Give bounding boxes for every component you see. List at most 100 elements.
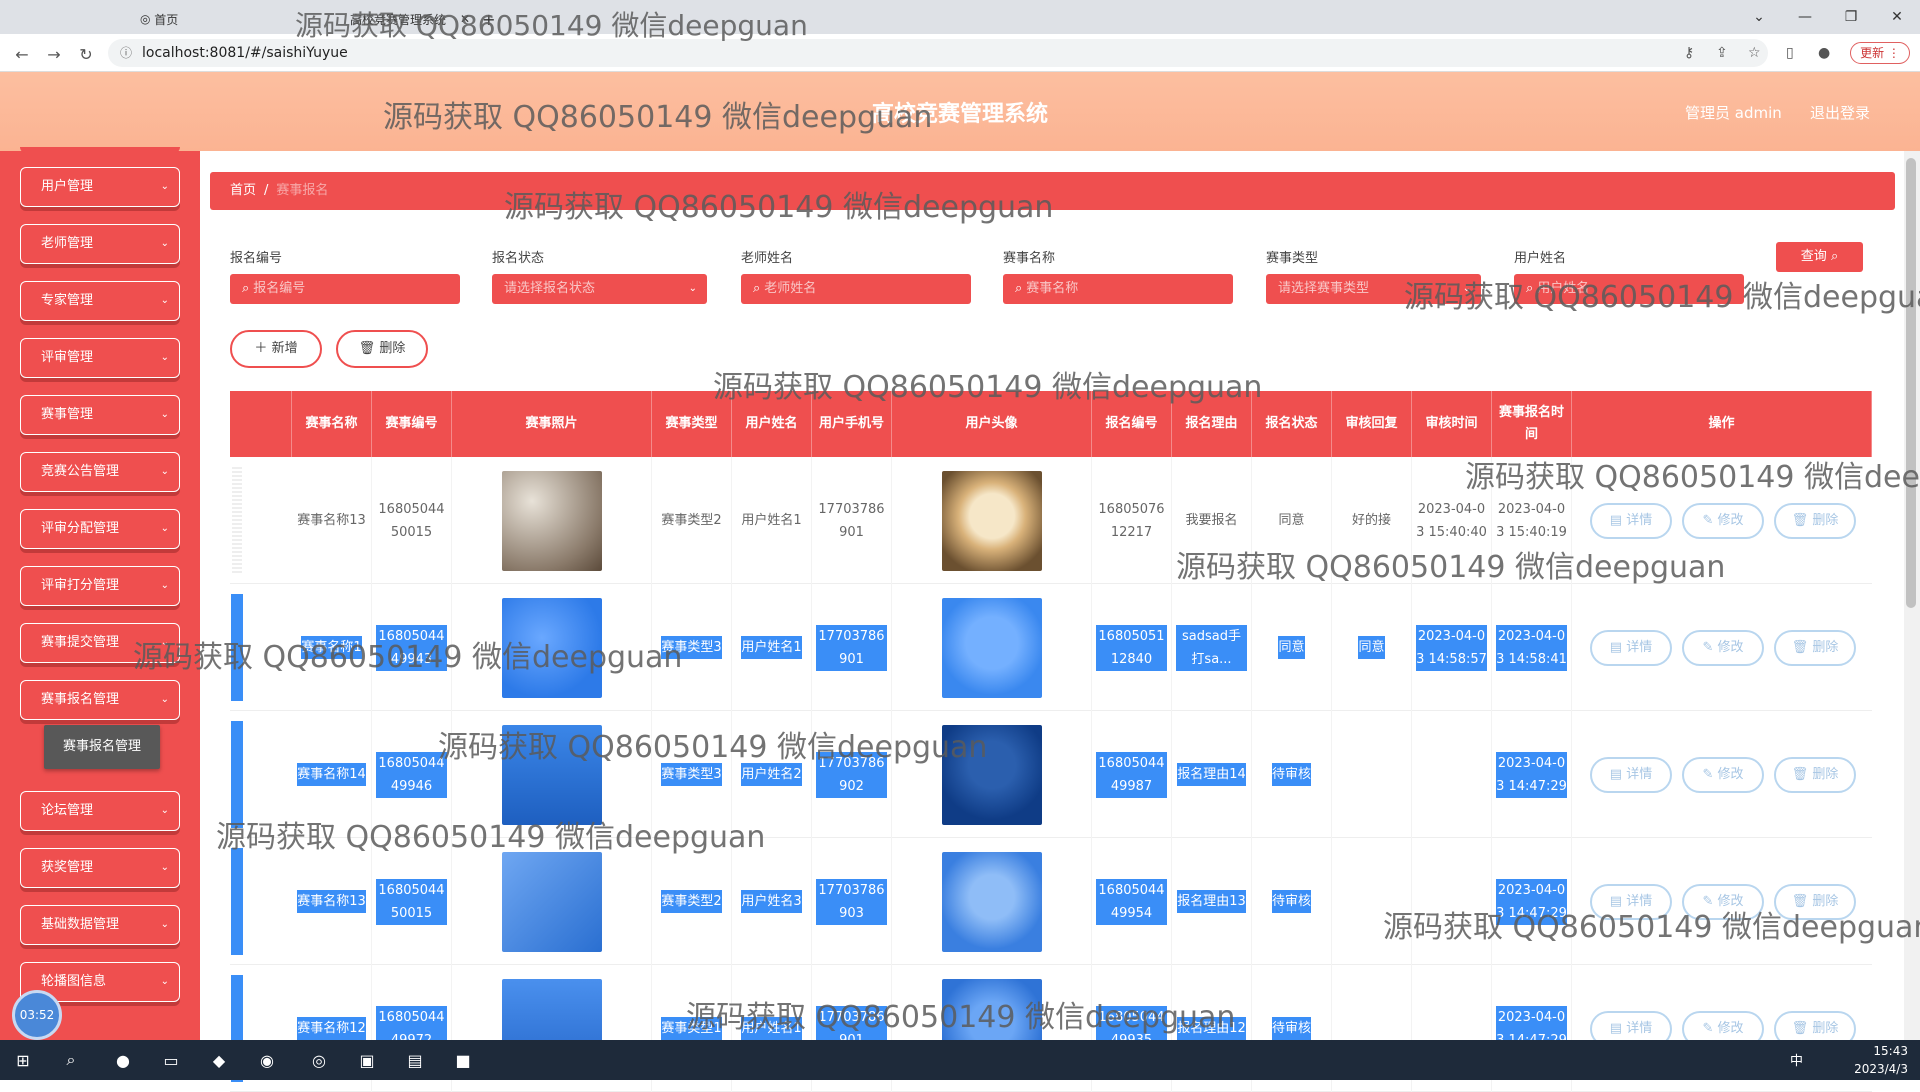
sidebar-item[interactable]: 专家管理 ⌄ [20, 281, 180, 321]
filter-input[interactable]: ⌕ 报名编号 [230, 274, 460, 304]
sidebar-toggle-icon[interactable]: ▯ [1786, 45, 1794, 61]
sidebar-item[interactable]: 获奖管理 ⌄ [20, 848, 180, 888]
chrome-icon[interactable]: ◎ [304, 1046, 334, 1074]
sidebar-item-label: 评审打分管理 [41, 578, 120, 593]
event-photo-image[interactable] [501, 851, 602, 952]
breadcrumb-home[interactable]: 首页 [230, 183, 256, 198]
sidebar-item[interactable]: 评审分配管理 ⌄ [20, 509, 180, 549]
user-avatar-image[interactable] [941, 724, 1042, 825]
delete-button[interactable]: 🗑 删除 [1774, 502, 1856, 539]
reload-icon[interactable]: ↻ [74, 42, 98, 66]
input-method-indicator[interactable]: 中 [1790, 1050, 1803, 1069]
cell-text: 我要报名 [1185, 513, 1238, 528]
new-tab-icon[interactable]: + [482, 10, 495, 29]
tab-list-icon[interactable]: ⌄ [1736, 0, 1782, 34]
profile-icon[interactable]: ● [1818, 45, 1830, 61]
terminal-icon[interactable]: ▣ [352, 1046, 382, 1074]
search-icon: ⌕ [1015, 281, 1023, 296]
edit-button[interactable]: ✎ 修改 [1682, 883, 1764, 920]
time-badge[interactable]: 03:52 [12, 990, 62, 1040]
event-photo-image[interactable] [501, 597, 602, 698]
url-field[interactable]: ⓘ localhost:8081/#/saishiYuyue [108, 39, 1768, 67]
detail-button[interactable]: ▤ 详情 [1590, 756, 1672, 793]
sidebar-item[interactable]: 赛事管理 ⌄ [20, 395, 180, 435]
key-icon[interactable]: ⚷ [1684, 45, 1694, 61]
edit-button[interactable]: ✎ 修改 [1682, 502, 1764, 539]
user-avatar-image[interactable] [941, 470, 1042, 571]
sidebar-item[interactable]: 竞赛公告管理 ⌄ [20, 452, 180, 492]
tab-home-label: 首页 [154, 12, 179, 27]
app-header: 高校竞赛管理系统 管理员 admin 退出登录 [0, 72, 1920, 151]
detail-button[interactable]: ▤ 详情 [1590, 502, 1672, 539]
delete-button[interactable]: 🗑 删除 [1774, 756, 1856, 793]
intellij-icon[interactable]: ■ [448, 1046, 478, 1074]
add-button[interactable]: ＋ 新增 [230, 330, 322, 368]
notepad-icon[interactable]: ▤ [400, 1046, 430, 1074]
clock[interactable]: 15:43 2023/4/3 [1854, 1042, 1908, 1078]
forward-icon[interactable]: → [42, 42, 66, 66]
back-icon[interactable]: ← [10, 42, 34, 66]
app-icon[interactable]: ◉ [252, 1046, 282, 1074]
row-select-checkbox[interactable] [231, 594, 243, 701]
filter-select[interactable]: 请选择赛事类型 ⌄ [1266, 274, 1481, 304]
table-row[interactable]: 赛事名称13 1680504450015 赛事类型2 用户姓名1 17703786901… [230, 457, 1872, 584]
sidebar-item[interactable]: 评审管理 ⌄ [20, 338, 180, 378]
table-row[interactable]: 赛事名称1 1680504449943 赛事类型3 用户姓名1 17703786901 1… [230, 584, 1872, 711]
browser-tab-active[interactable]: 高校竞赛管理系统 ✕ + [340, 4, 600, 34]
event-photo-image[interactable] [501, 470, 602, 571]
sidebar-item-label: 用户管理 [41, 179, 94, 194]
file-explorer-icon[interactable]: ▭ [156, 1046, 186, 1074]
detail-button[interactable]: ▤ 详情 [1590, 629, 1672, 666]
column-header: 赛事报名时间 [1492, 391, 1572, 457]
query-button[interactable]: 查询 ⌕ [1776, 242, 1863, 272]
user-avatar-image[interactable] [941, 597, 1042, 698]
user-avatar-image[interactable] [941, 851, 1042, 952]
close-tab-icon[interactable]: ✕ [460, 12, 470, 26]
delete-button[interactable]: 🗑 删除 [1774, 629, 1856, 666]
update-button[interactable]: 更新 ⋮ [1850, 42, 1910, 64]
edit-button[interactable]: ✎ 修改 [1682, 629, 1764, 666]
vscode-icon[interactable]: ◆ [204, 1046, 234, 1074]
sidebar-item[interactable]: 用户管理 ⌄ [20, 167, 180, 207]
cell-text: 1680505112840 [1096, 624, 1167, 671]
row-select-checkbox[interactable] [231, 848, 243, 955]
sidebar-item[interactable]: 赛事报名管理 ⌄ [20, 680, 180, 720]
filter-input[interactable]: ⌕ 老师姓名 [741, 274, 971, 304]
sidebar-item[interactable]: 论坛管理 ⌄ [20, 791, 180, 831]
cell-user: 用户姓名1 [732, 457, 812, 584]
edit-button[interactable]: ✎ 修改 [1682, 756, 1764, 793]
star-icon[interactable]: ☆ [1748, 45, 1761, 61]
sidebar-item[interactable]: 老师管理 ⌄ [20, 224, 180, 264]
sidebar-item[interactable]: 评审打分管理 ⌄ [20, 566, 180, 606]
share-icon[interactable]: ⇪ [1716, 45, 1728, 61]
logout-link[interactable]: 退出登录 [1810, 102, 1870, 123]
submenu-item-saishi-baoming[interactable]: 赛事报名管理 [44, 725, 160, 769]
event-photo-image[interactable] [501, 724, 602, 825]
cell-text: 2023-04-03 14:58:41 [1496, 624, 1567, 671]
cell-reason: sadsad手打sa... [1172, 584, 1252, 711]
page-scrollbar-thumb[interactable] [1906, 158, 1916, 608]
detail-button[interactable]: ▤ 详情 [1590, 883, 1672, 920]
sidebar-item[interactable]: 基础数据管理 ⌄ [20, 905, 180, 945]
filter-input[interactable]: ⌕ 用户姓名 [1514, 274, 1744, 304]
browser-tab-home[interactable]: ◎ 首页 [130, 4, 188, 34]
close-window-icon[interactable]: ✕ [1874, 0, 1920, 34]
minimize-icon[interactable]: — [1782, 0, 1828, 34]
button-label: 修改 [1717, 1020, 1744, 1036]
row-select-checkbox[interactable] [231, 721, 243, 828]
event-photo-cell [452, 838, 652, 965]
row-select-checkbox[interactable] [232, 467, 242, 574]
filter-select[interactable]: 请选择报名状态 ⌄ [492, 274, 707, 304]
table-row[interactable]: 赛事名称13 1680504450015 赛事类型2 用户姓名3 17703786903… [230, 838, 1872, 965]
firefox-icon[interactable]: ● [108, 1046, 138, 1074]
table-row[interactable]: 赛事名称14 1680504449946 赛事类型3 用户姓名2 17703786902… [230, 711, 1872, 838]
restore-icon[interactable]: ❐ [1828, 0, 1874, 34]
filter-input[interactable]: ⌕ 赛事名称 [1003, 274, 1233, 304]
search-icon[interactable]: ⌕ [56, 1046, 86, 1074]
batch-delete-button[interactable]: 🗑 删除 [336, 330, 428, 368]
windows-start-icon[interactable]: ⊞ [8, 1046, 38, 1074]
delete-button[interactable]: 🗑 删除 [1774, 883, 1856, 920]
cell-name: 赛事名称1 [292, 584, 372, 711]
sidebar-item[interactable]: 赛事提交管理 ⌄ [20, 623, 180, 663]
chevron-down-icon: ⌄ [160, 637, 169, 648]
